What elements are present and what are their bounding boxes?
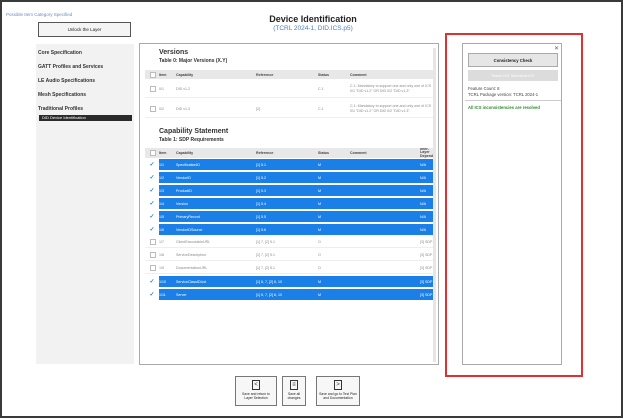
table-header-row: Item Capability Reference Status Comment… (145, 148, 433, 158)
sidebar-item-device-identification[interactable]: DID Device Identification (39, 115, 132, 121)
document-icon: ≡ (290, 380, 298, 390)
save-goto-testplan-button[interactable]: > Save and go to Test Plan and Documenta… (316, 376, 360, 406)
table-row[interactable]: ✓ 1/10 ServiceClassIDList [1] 6, 7, [2] 6, … (145, 276, 433, 287)
sidebar: Core Specification GATT Profiles and Ser… (36, 44, 134, 364)
table-row[interactable]: 1/9 DocumentationURL [1] 7, [2] 5.1 O [3] SD… (145, 263, 433, 274)
select-all-checkbox[interactable] (150, 71, 156, 78)
row-checkbox[interactable] (150, 85, 156, 92)
checkmark-icon[interactable]: ✓ (149, 291, 154, 298)
row-checkbox[interactable] (150, 265, 156, 271)
breadcrumb[interactable]: Possible Item Category Specified (6, 12, 72, 17)
save-all-button[interactable]: ≡ Save all changes (282, 376, 306, 406)
sidebar-item-core[interactable]: Core Specification (38, 50, 82, 56)
save-return-button[interactable]: < Save and return to Layer Selection (235, 376, 277, 406)
sidebar-item-mesh[interactable]: Mesh Specifications (38, 92, 86, 98)
checkmark-icon[interactable]: ✓ (149, 200, 154, 207)
sidebar-item-gatt[interactable]: GATT Profiles and Services (38, 64, 103, 70)
checkmark-icon[interactable]: ✓ (149, 278, 154, 285)
table-row[interactable]: 0/2 DID v1.3 [2] C.1 C.1: Mandatory to s… (145, 100, 433, 118)
table-row[interactable]: ✓ 1/3 ProductID [1] 5.3 M N/A (145, 185, 433, 196)
row-checkbox[interactable] (150, 252, 156, 258)
table-row[interactable]: 1/8 ServiceDescription [1] 7, [2] 5.1 O [3] … (145, 250, 433, 261)
versions-table-title: Table 0: Major Versions (X.Y) (159, 58, 228, 64)
checkmark-icon[interactable]: ✓ (149, 174, 154, 181)
page-subtitle: (TCRL 2024-1, DID.ICS.p5) (273, 25, 353, 32)
table-row[interactable]: 1/7 ClientExecutableURL [1] 7, [2] 5.1 O [3]… (145, 237, 433, 248)
table-row[interactable]: 0/1 DID v1.2 C.1 C.1: Mandatory to suppo… (145, 80, 433, 98)
main-panel: Versions Table 0: Major Versions (X.Y) I… (139, 43, 439, 365)
forward-icon: > (334, 380, 342, 390)
table-row[interactable]: ✓ 1/1 SpecificationID [1] 5.1 M N/A (145, 159, 433, 170)
versions-title: Versions (159, 49, 189, 56)
checkmark-icon[interactable]: ✓ (149, 213, 154, 220)
row-checkbox[interactable] (150, 105, 156, 112)
back-icon: < (252, 380, 260, 390)
table-row[interactable]: ✓ 1/6 VendorIDSource [1] 5.6 M N/A (145, 224, 433, 235)
table-row[interactable]: ✓1/11Server[1] 6, 7, [2] 6, 10M[3] SDP 5… (145, 289, 433, 300)
table-row[interactable]: ✓ 1/5 PrimaryRecord [1] 5.5 M N/A (145, 211, 433, 222)
table-row[interactable]: ✓ 1/4 Version [1] 5.4 M N/A (145, 198, 433, 209)
checkmark-icon[interactable]: ✓ (149, 161, 154, 168)
highlight-box (445, 33, 583, 377)
unlock-layer-button[interactable]: Unlock the Layer (38, 22, 131, 37)
row-checkbox[interactable] (150, 239, 156, 245)
capability-title: Capability Statement (159, 128, 229, 135)
sidebar-item-le-audio[interactable]: LE Audio Specifications (38, 78, 95, 84)
checkmark-icon[interactable]: ✓ (149, 226, 154, 233)
sidebar-item-traditional[interactable]: Traditional Profiles (38, 106, 83, 112)
capability-table-title: Table 1: SDP Requirements (159, 137, 224, 143)
table-row[interactable]: ✓ 1/2 VendorID [1] 5.2 M N/A (145, 172, 433, 183)
checkmark-icon[interactable]: ✓ (149, 187, 154, 194)
select-all-checkbox[interactable] (150, 150, 156, 156)
vertical-scrollbar[interactable] (433, 48, 436, 362)
page-title: Device Identification (269, 14, 357, 24)
table-header-row: Item Capability Reference Status Comment (145, 70, 433, 79)
